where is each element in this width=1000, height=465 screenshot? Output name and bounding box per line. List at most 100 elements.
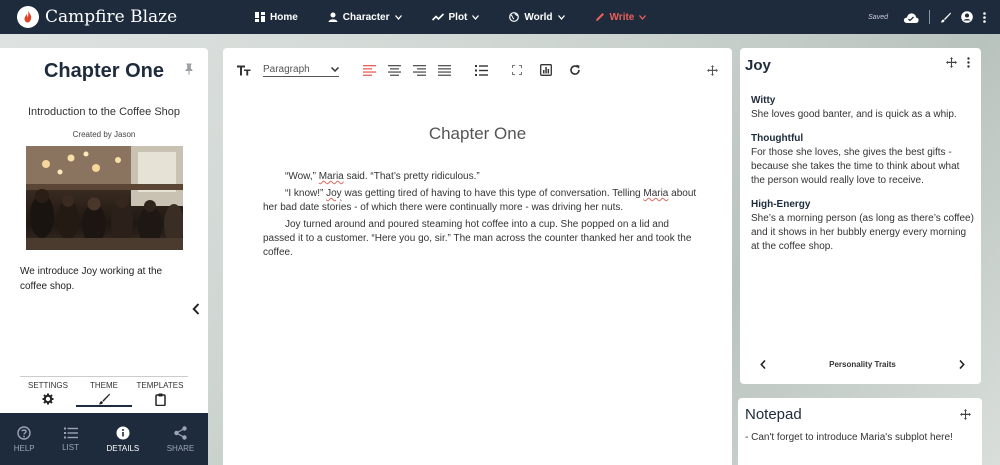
align-justify-icon: [438, 64, 451, 76]
cloud-done-icon: [903, 12, 919, 23]
chevron-down-icon: [394, 14, 402, 20]
help-icon: [17, 425, 31, 440]
collapse-panel-button[interactable]: [192, 302, 200, 320]
chapter-subtitle: Introduction to the Coffee Shop: [27, 106, 181, 118]
tab-templates[interactable]: TEMPLATES: [132, 377, 188, 407]
trait-name: Thoughtful: [751, 133, 804, 144]
tab-share-label: SHARE: [166, 443, 195, 453]
text-run: said. “That’s pretty ridiculous.”: [343, 171, 480, 182]
nav-character[interactable]: Character: [328, 12, 402, 23]
trait-list: Witty She loves good banter, and is quic…: [751, 94, 976, 264]
list-icon: [63, 427, 78, 438]
notepad-textarea[interactable]: - Can't forget to introduce Maria's subp…: [745, 431, 970, 445]
gear-icon: [42, 393, 54, 405]
align-left-button[interactable]: [363, 64, 376, 76]
bottom-tab-bar: HELP LIST DETAILS SHARE: [0, 413, 208, 465]
move-icon: [707, 65, 718, 76]
brush-icon[interactable]: [940, 12, 951, 23]
next-section-button[interactable]: [959, 360, 965, 369]
chevron-down-icon: [331, 66, 339, 72]
align-right-icon: [413, 64, 426, 76]
pencil-icon: [595, 13, 604, 21]
nav-write[interactable]: Write: [595, 12, 647, 23]
main-nav: Home Character Plot World Write: [255, 12, 676, 23]
editor-toolbar: Paragraph: [237, 62, 593, 78]
trait-description: She loves good banter, and is quick as a…: [751, 109, 957, 120]
save-status: Saved: [868, 13, 888, 21]
paragraph: “Wow,” Maria said. “That’s pretty ridicu…: [263, 170, 697, 184]
move-panel-button[interactable]: [707, 63, 718, 81]
align-center-icon: [388, 64, 401, 76]
clipboard-icon: [154, 393, 166, 406]
tab-share[interactable]: SHARE: [166, 425, 195, 453]
previous-section-button[interactable]: [760, 360, 766, 369]
trait-description: She’s a morning person (as long as there…: [751, 213, 974, 252]
tab-list[interactable]: LIST: [62, 427, 79, 452]
trait-description: For those she loves, she gives the best …: [751, 147, 960, 186]
paragraph-style-select[interactable]: Paragraph: [263, 64, 339, 77]
refresh-icon: [570, 64, 580, 75]
text-size-button[interactable]: [237, 65, 251, 76]
chapter-summary: We introduce Joy working at the coffee s…: [20, 266, 163, 292]
trait-item: High-Energy She’s a morning person (as l…: [751, 198, 976, 254]
chevron-left-icon: [192, 303, 200, 315]
trait-name: Witty: [751, 95, 776, 106]
spellcheck-word[interactable]: Joy: [326, 188, 342, 199]
top-nav-bar: Campfire Blaze Home Character Plot World…: [0, 0, 1000, 34]
paragraph: Joy turned around and poured steaming ho…: [263, 219, 692, 258]
divider: [929, 10, 930, 24]
trait-item: Witty She loves good banter, and is quic…: [751, 94, 976, 122]
document-body[interactable]: “Wow,” Maria said. “That’s pretty ridicu…: [263, 170, 697, 263]
brand[interactable]: Campfire Blaze: [17, 6, 227, 28]
nav-character-label: Character: [342, 11, 390, 23]
align-justify-button[interactable]: [438, 64, 451, 76]
numbered-list-button[interactable]: [475, 64, 488, 76]
chevron-right-icon: [959, 360, 965, 369]
created-by: Created by Jason: [72, 130, 136, 139]
nav-world[interactable]: World: [509, 12, 565, 23]
tab-settings-label: SETTINGS: [27, 381, 68, 390]
word-count-button[interactable]: [540, 64, 552, 76]
settings-tab-row: SETTINGS THEME TEMPLATES: [20, 376, 188, 407]
text-run: “I know!”: [285, 188, 327, 199]
text-run: “Wow,”: [285, 171, 319, 182]
refresh-button[interactable]: [569, 64, 581, 76]
account-icon[interactable]: [961, 11, 973, 23]
brush-icon: [99, 393, 110, 405]
character-panel-controls: [946, 57, 970, 68]
tab-help[interactable]: HELP: [14, 425, 35, 453]
text-size-icon: [237, 65, 251, 75]
tab-details[interactable]: DETAILS: [106, 426, 139, 453]
trait-section-nav: Personality Traits: [740, 360, 981, 369]
chevron-down-icon: [472, 14, 480, 20]
more-vert-icon[interactable]: [983, 11, 986, 23]
tab-settings[interactable]: SETTINGS: [20, 377, 76, 407]
app-title: Campfire Blaze: [45, 7, 178, 27]
nav-write-label: Write: [609, 11, 635, 23]
fullscreen-button[interactable]: [512, 65, 522, 75]
notepad-title: Notepad: [745, 406, 802, 423]
top-right-controls: Saved: [868, 0, 986, 34]
globe-icon: [509, 12, 520, 22]
align-left-icon: [363, 64, 376, 76]
align-right-button[interactable]: [413, 64, 426, 76]
editor-panel: Paragraph Chapter One “Wow,” Maria said.…: [223, 48, 732, 465]
nav-plot[interactable]: Plot: [431, 12, 480, 23]
spellcheck-word[interactable]: Maria: [643, 188, 668, 199]
chapter-image: [26, 146, 183, 250]
pin-icon[interactable]: [184, 62, 194, 80]
chevron-down-icon: [557, 14, 565, 20]
align-center-button[interactable]: [388, 64, 401, 76]
paragraph: “I know!” Joy was getting tired of havin…: [263, 187, 697, 215]
move-icon[interactable]: [946, 57, 957, 68]
spellcheck-word[interactable]: Maria: [319, 171, 344, 182]
tab-theme[interactable]: THEME: [76, 377, 132, 407]
chevron-left-icon: [760, 360, 766, 369]
nav-home[interactable]: Home: [255, 12, 298, 23]
section-label: Personality Traits: [829, 360, 896, 369]
more-vert-icon[interactable]: [967, 57, 970, 68]
chapter-details-panel: Chapter One Introduction to the Coffee S…: [0, 48, 208, 465]
move-icon[interactable]: [960, 407, 971, 425]
bar-chart-icon: [540, 64, 552, 76]
chevron-down-icon: [639, 14, 647, 20]
